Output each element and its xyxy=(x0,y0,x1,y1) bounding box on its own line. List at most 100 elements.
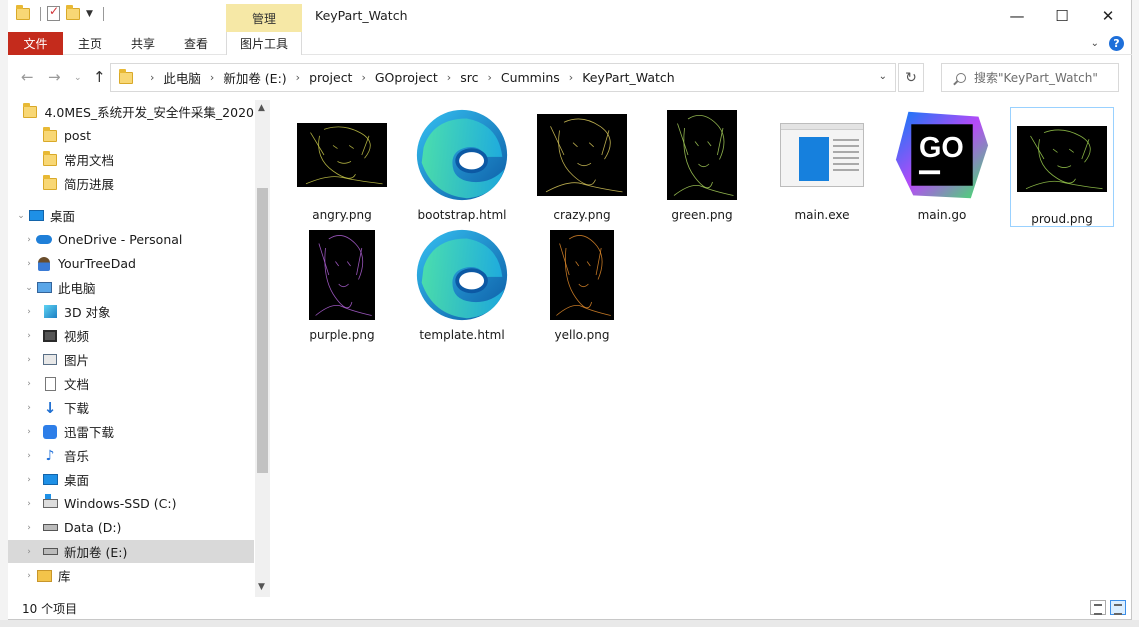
maximize-button[interactable]: ☐ xyxy=(1039,0,1085,31)
nav-tree-item[interactable]: ⌄ 此电脑 xyxy=(8,276,254,299)
expand-ribbon-icon[interactable]: ⌄ xyxy=(1091,38,1099,49)
library-icon xyxy=(36,568,52,584)
user-icon xyxy=(36,256,52,272)
expand-chevron-icon[interactable]: › xyxy=(22,523,36,533)
goland-logo-art: GO xyxy=(895,111,989,199)
file-item[interactable]: bootstrap.html xyxy=(410,104,514,224)
address-bar[interactable]: › 此电脑 › 新加卷 (E:) › project › GOproject ›… xyxy=(110,63,896,92)
tab-view[interactable]: 查看 xyxy=(176,32,216,55)
nav-tree-item[interactable]: ⌄ 桌面 xyxy=(8,204,254,227)
tab-home[interactable]: 主页 xyxy=(70,32,110,55)
file-item[interactable]: main.exe xyxy=(770,104,874,224)
breadcrumb-drive-e[interactable]: 新加卷 (E:) xyxy=(223,68,286,87)
file-name: main.exe xyxy=(794,208,850,222)
recent-locations-chevron-icon[interactable]: ⌄ xyxy=(74,73,82,83)
expand-chevron-icon[interactable]: › xyxy=(22,451,36,461)
nav-tree-item[interactable]: 简历进展 xyxy=(8,172,254,195)
breadcrumb-separator-icon[interactable]: › xyxy=(150,71,154,84)
nav-tree-item[interactable]: › Data (D:) xyxy=(8,516,254,539)
expand-chevron-icon[interactable]: › xyxy=(22,355,36,365)
breadcrumb-goproject[interactable]: GOproject xyxy=(375,70,438,85)
scroll-up-icon[interactable]: ▲ xyxy=(258,103,265,113)
nav-tree-label: 图片 xyxy=(64,353,90,368)
qat-dropdown-icon[interactable]: ▼ xyxy=(86,9,93,19)
expand-chevron-icon[interactable]: ⌄ xyxy=(14,211,28,221)
breadcrumb-this-pc[interactable]: 此电脑 xyxy=(163,68,201,87)
breadcrumb-separator-icon[interactable]: › xyxy=(569,71,573,84)
minimize-button[interactable]: — xyxy=(994,0,1040,31)
expand-chevron-icon[interactable]: › xyxy=(22,307,36,317)
forward-arrow-icon[interactable]: → xyxy=(48,68,61,86)
nav-tree-item[interactable]: › Windows-SSD (C:) xyxy=(8,492,254,515)
expand-chevron-icon[interactable]: › xyxy=(22,235,36,245)
nav-tree-item[interactable]: › 文档 xyxy=(8,372,254,395)
nav-tree-item[interactable]: › 图片 xyxy=(8,348,254,371)
scrollbar-thumb[interactable] xyxy=(257,188,268,473)
tab-picture-tools[interactable]: 图片工具 xyxy=(226,32,302,55)
expand-chevron-icon[interactable]: › xyxy=(22,547,36,557)
breadcrumb-cummins[interactable]: Cummins xyxy=(501,70,560,85)
expand-chevron-icon[interactable]: › xyxy=(22,259,36,269)
nav-tree-item[interactable]: › 3D 对象 xyxy=(8,300,254,323)
back-arrow-icon[interactable]: ← xyxy=(21,68,34,86)
expand-chevron-icon[interactable]: ⌄ xyxy=(22,283,36,293)
nav-tree-item[interactable]: › ↓ 下载 xyxy=(8,396,254,419)
expand-chevron-icon[interactable]: › xyxy=(22,379,36,389)
expand-chevron-icon[interactable]: › xyxy=(22,499,36,509)
contextual-tab-manage[interactable]: 管理 xyxy=(226,4,302,32)
file-item[interactable]: green.png xyxy=(650,104,754,224)
desktop-icon xyxy=(28,208,44,224)
expand-chevron-icon[interactable]: › xyxy=(22,427,36,437)
breadcrumb-separator-icon[interactable]: › xyxy=(296,71,300,84)
nav-tree-item[interactable]: › 视频 xyxy=(8,324,254,347)
search-box[interactable]: 搜索"KeyPart_Watch" xyxy=(941,63,1119,92)
nav-tree-item[interactable]: › 库 xyxy=(8,564,254,587)
refresh-icon[interactable]: ↻ xyxy=(898,63,924,92)
nav-tree-item[interactable]: › 桌面 xyxy=(8,468,254,491)
large-icons-view-icon[interactable] xyxy=(1110,600,1126,615)
file-item[interactable]: yello.png xyxy=(530,224,634,344)
details-view-icon[interactable] xyxy=(1090,600,1106,615)
nav-tree-item[interactable]: › OneDrive - Personal xyxy=(8,228,254,251)
properties-icon[interactable] xyxy=(47,4,60,21)
navigation-pane-scrollbar[interactable]: ▲ ▼ xyxy=(255,100,270,597)
nav-tree-item[interactable]: › YourTreeDad xyxy=(8,252,254,275)
breadcrumb-separator-icon[interactable]: › xyxy=(487,71,491,84)
breadcrumb-keypart-watch[interactable]: KeyPart_Watch xyxy=(582,70,675,85)
tab-file[interactable]: 文件 xyxy=(8,32,63,55)
image-preview xyxy=(667,110,737,200)
breadcrumb-separator-icon[interactable]: › xyxy=(361,71,365,84)
nav-tree-item[interactable]: › 迅雷下载 xyxy=(8,420,254,443)
edge-logo-art xyxy=(416,109,508,201)
windows-drive-icon xyxy=(42,494,58,512)
nav-tree-item[interactable]: post xyxy=(8,124,254,147)
folder-icon[interactable] xyxy=(16,4,30,20)
expand-chevron-icon[interactable]: › xyxy=(22,475,36,485)
expand-chevron-icon[interactable]: › xyxy=(22,331,36,341)
scroll-down-icon[interactable]: ▼ xyxy=(258,582,265,592)
close-button[interactable]: ✕ xyxy=(1085,0,1131,31)
breadcrumb-src[interactable]: src xyxy=(460,70,478,85)
nav-tree-item[interactable]: › ♪ 音乐 xyxy=(8,444,254,467)
breadcrumb-separator-icon[interactable]: › xyxy=(210,71,214,84)
downloads-icon: ↓ xyxy=(43,398,57,417)
expand-chevron-icon[interactable]: › xyxy=(22,571,36,581)
file-item[interactable]: proud.png xyxy=(1010,107,1114,227)
folder-icon xyxy=(42,126,58,144)
nav-tree-item[interactable]: › 新加卷 (E:) xyxy=(8,540,254,563)
file-item[interactable]: template.html xyxy=(410,224,514,344)
file-item[interactable]: GO main.go xyxy=(890,104,994,224)
nav-tree-item[interactable]: 常用文档 xyxy=(8,148,254,171)
address-dropdown-icon[interactable]: ⌄ xyxy=(879,71,887,82)
help-icon[interactable]: ? xyxy=(1109,36,1124,51)
expand-chevron-icon[interactable]: › xyxy=(22,403,36,413)
new-folder-icon[interactable] xyxy=(66,4,80,20)
nav-tree-item[interactable]: 4.0MES_系统开发_安全件采集_2020 xyxy=(8,100,254,123)
breadcrumb-project[interactable]: project xyxy=(309,70,352,85)
breadcrumb-separator-icon[interactable]: › xyxy=(447,71,451,84)
tab-share[interactable]: 共享 xyxy=(123,32,163,55)
file-item[interactable]: angry.png xyxy=(290,104,394,224)
up-arrow-icon[interactable]: ↑ xyxy=(93,68,106,86)
file-item[interactable]: crazy.png xyxy=(530,104,634,224)
file-item[interactable]: purple.png xyxy=(290,224,394,344)
